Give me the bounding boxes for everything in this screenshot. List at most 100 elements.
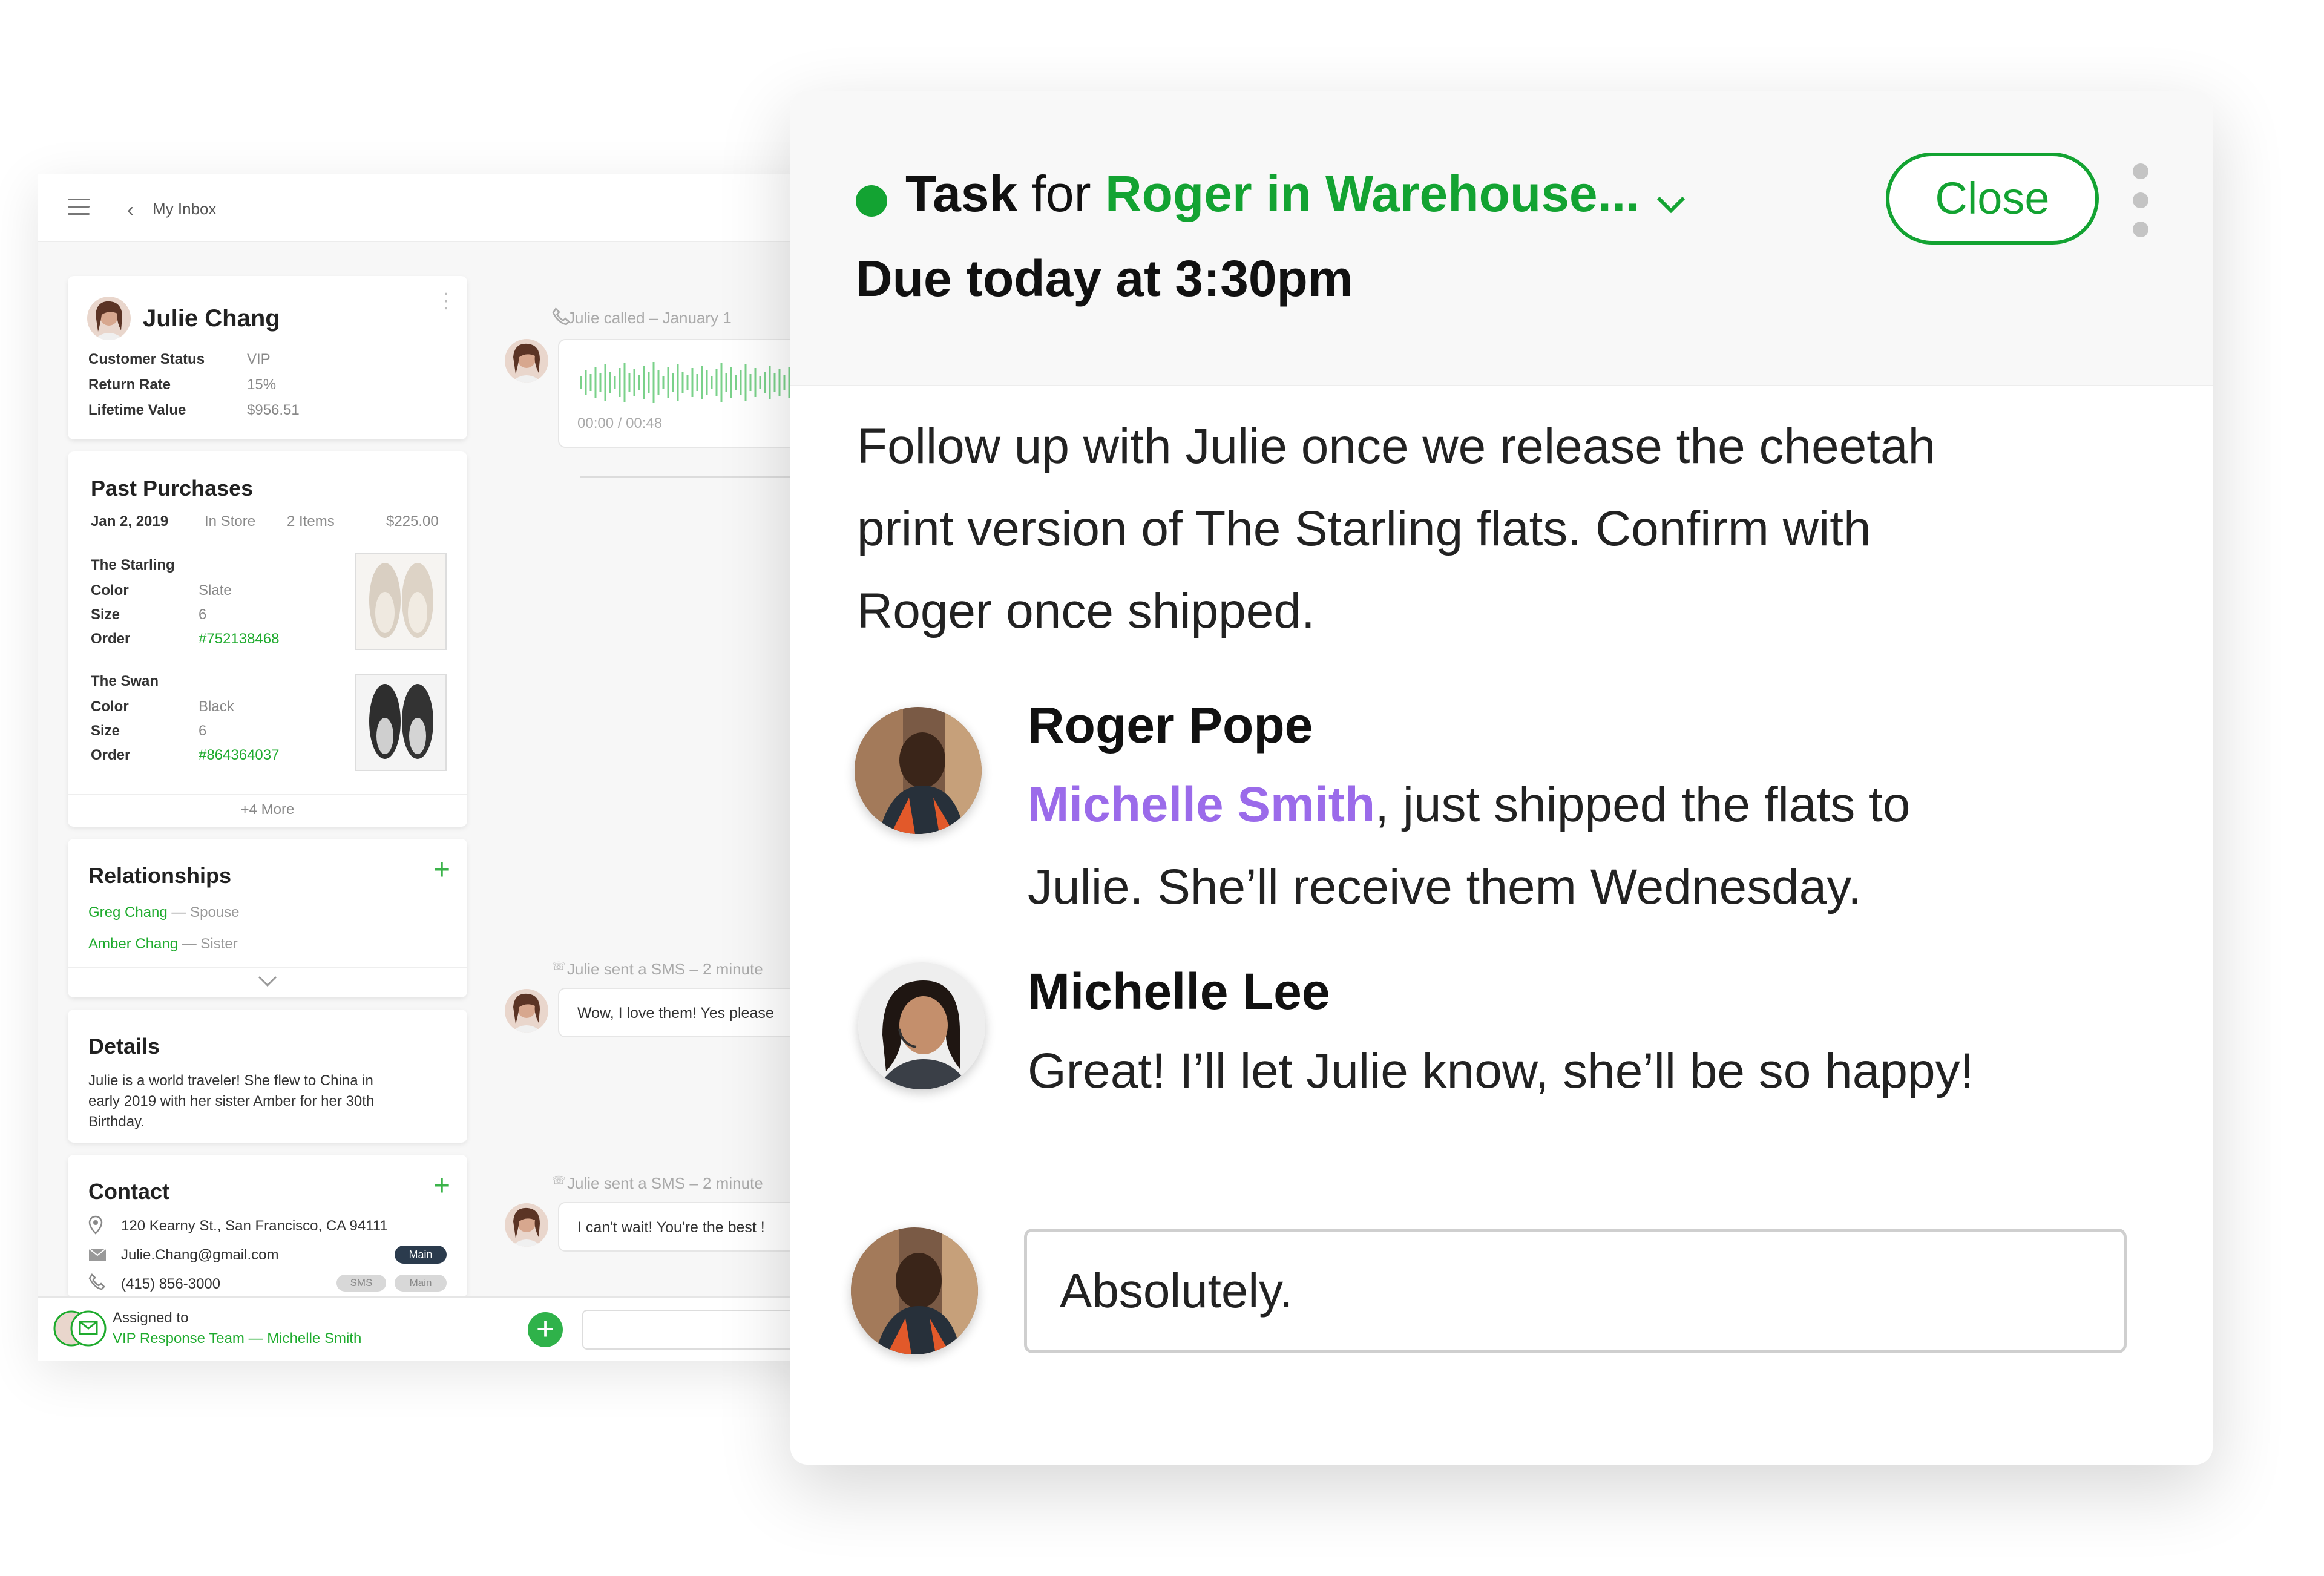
assignment-bar: Assigned to VIP Response Team — Michelle… — [38, 1296, 842, 1361]
field-label: Order — [91, 631, 131, 647]
task-kind: Task — [905, 165, 1018, 222]
chevron-left-icon[interactable]: ‹ — [127, 200, 134, 220]
inbox-panel: ‹ My Inbox Julie Chang ⋮ Customer Status… — [38, 174, 849, 1361]
task-title: Task for Roger in Warehouse... — [905, 165, 1686, 227]
field-label: Size — [91, 723, 120, 739]
field-label: Color — [91, 582, 129, 599]
add-message-button[interactable]: + — [528, 1312, 563, 1347]
section-title: Details — [88, 1034, 160, 1059]
purchase-date: Jan 2, 2019 — [91, 513, 169, 530]
close-button[interactable]: Close — [1886, 153, 2099, 245]
julie-avatar — [505, 989, 548, 1033]
task-for: for — [1031, 165, 1091, 222]
julie-avatar — [505, 339, 548, 383]
more-purchases-link[interactable]: +4 More — [68, 801, 467, 818]
field-value: Black — [199, 698, 234, 715]
sms-icon: ☏ — [552, 960, 566, 972]
task-assignee[interactable]: Roger in Warehouse... — [1105, 165, 1640, 222]
sms-icon: ☏ — [552, 1174, 566, 1186]
main-badge: Main — [395, 1246, 447, 1264]
section-title: Relationships — [88, 863, 232, 888]
section-title: Past Purchases — [91, 476, 254, 501]
purchase-items: 2 Items — [287, 513, 335, 530]
relationship-item[interactable]: Greg Chang — Spouse — [88, 904, 240, 921]
purchase-total: $225.00 — [386, 513, 439, 530]
relationship-item[interactable]: Amber Chang — Sister — [88, 936, 238, 953]
product-image-swan[interactable] — [355, 674, 447, 771]
location-icon — [88, 1215, 103, 1238]
status-dot-icon — [856, 185, 887, 217]
inbox-title[interactable]: My Inbox — [153, 200, 217, 218]
product-name: The Starling — [91, 557, 175, 573]
reply-input[interactable]: Absolutely. — [1024, 1229, 2127, 1353]
sms-text: Wow, I love them! Yes please — [577, 1005, 774, 1022]
details-text: Julie is a world traveler! She flew to C… — [88, 1072, 373, 1089]
menu-icon[interactable] — [68, 199, 90, 217]
sms-text: I can't wait! You're the best ! — [577, 1219, 765, 1236]
mail-icon — [88, 1248, 107, 1264]
phone-icon — [88, 1273, 105, 1293]
chevron-down-icon[interactable] — [1656, 168, 1686, 227]
order-link[interactable]: #864364037 — [199, 747, 279, 764]
field-value: 15% — [247, 376, 277, 393]
contact-card: Contact + 120 Kearny St., San Francisco,… — [68, 1155, 467, 1298]
mention-link[interactable]: Michelle Smith — [1028, 777, 1375, 832]
task-due: Due today at 3:30pm — [856, 250, 1353, 307]
relationships-card: Relationships + Greg Chang — Spouse Ambe… — [68, 839, 467, 997]
julie-avatar — [87, 297, 131, 340]
field-label: Return Rate — [88, 376, 171, 393]
julie-avatar — [505, 1203, 548, 1247]
call-time: 00:00 / 00:48 — [577, 415, 663, 432]
comment-author: Roger Pope — [1028, 697, 1313, 754]
details-card: Details Julie is a world traveler! She f… — [68, 1010, 467, 1143]
add-relationship-icon[interactable]: + — [433, 856, 450, 885]
michelle-avatar — [858, 962, 985, 1089]
contact-phone[interactable]: (415) 856-3000 — [121, 1276, 220, 1293]
sms-meta: Julie sent a SMS – 2 minute — [567, 1174, 763, 1192]
roger-avatar — [851, 1227, 978, 1354]
field-label: Color — [91, 698, 129, 715]
divider — [68, 794, 467, 795]
task-header: Task for Roger in Warehouse... Due today… — [790, 91, 2213, 386]
task-description: Follow up with Julie once we release the… — [857, 405, 2098, 652]
comment-text-part: , just shipped the flats to — [1375, 777, 1911, 832]
add-contact-icon[interactable]: + — [433, 1172, 450, 1201]
kebab-icon[interactable]: ⋮ — [436, 291, 456, 311]
customer-card: Julie Chang ⋮ Customer Status VIP Return… — [68, 276, 467, 439]
assigned-value[interactable]: VIP Response Team — Michelle Smith — [113, 1330, 361, 1347]
past-purchases-card: Past Purchases Jan 2, 2019 In Store 2 It… — [68, 451, 467, 827]
more-options-icon[interactable] — [2133, 163, 2151, 251]
field-label: Order — [91, 747, 131, 763]
chevron-down-icon[interactable] — [257, 974, 278, 992]
comment-text: Great! I’ll let Julie know, she’ll be so… — [1028, 1043, 1974, 1098]
contact-email[interactable]: Julie.Chang@gmail.com — [121, 1247, 278, 1264]
details-text: Birthday. — [88, 1114, 145, 1130]
customer-name: Julie Chang — [143, 305, 280, 332]
field-value: $956.51 — [247, 402, 300, 418]
contact-address[interactable]: 120 Kearny St., San Francisco, CA 94111 — [121, 1218, 388, 1235]
details-text: early 2019 with her sister Amber for her… — [88, 1093, 375, 1109]
field-value: 6 — [199, 723, 207, 739]
task-description-line: Follow up with Julie once we release the… — [857, 419, 1936, 474]
task-description-line: print version of The Starling flats. Con… — [857, 501, 1871, 556]
assigned-label: Assigned to — [113, 1310, 189, 1326]
task-panel: Task for Roger in Warehouse... Due today… — [790, 91, 2213, 1465]
field-value: VIP — [247, 351, 271, 367]
comment-text-line: Julie. She’ll receive them Wednesday. — [1028, 859, 1862, 914]
field-value: 6 — [199, 606, 207, 623]
order-link[interactable]: #752138468 — [199, 631, 279, 648]
section-title: Contact — [88, 1179, 169, 1204]
inbox-header: ‹ My Inbox — [38, 174, 842, 242]
roger-avatar — [855, 707, 982, 834]
team-avatar-icon — [53, 1310, 108, 1350]
task-description-line: Roger once shipped. — [857, 583, 1315, 639]
product-name: The Swan — [91, 673, 159, 689]
purchase-channel: In Store — [205, 513, 256, 530]
comment-author: Michelle Lee — [1028, 963, 1330, 1020]
comment-text: Michelle Smith, just shipped the flats t… — [1028, 764, 2117, 928]
divider — [68, 967, 467, 968]
sms-badge: SMS — [336, 1275, 386, 1292]
main-badge: Main — [395, 1275, 447, 1292]
field-label: Customer Status — [88, 351, 205, 367]
product-image-starling[interactable] — [355, 553, 447, 650]
